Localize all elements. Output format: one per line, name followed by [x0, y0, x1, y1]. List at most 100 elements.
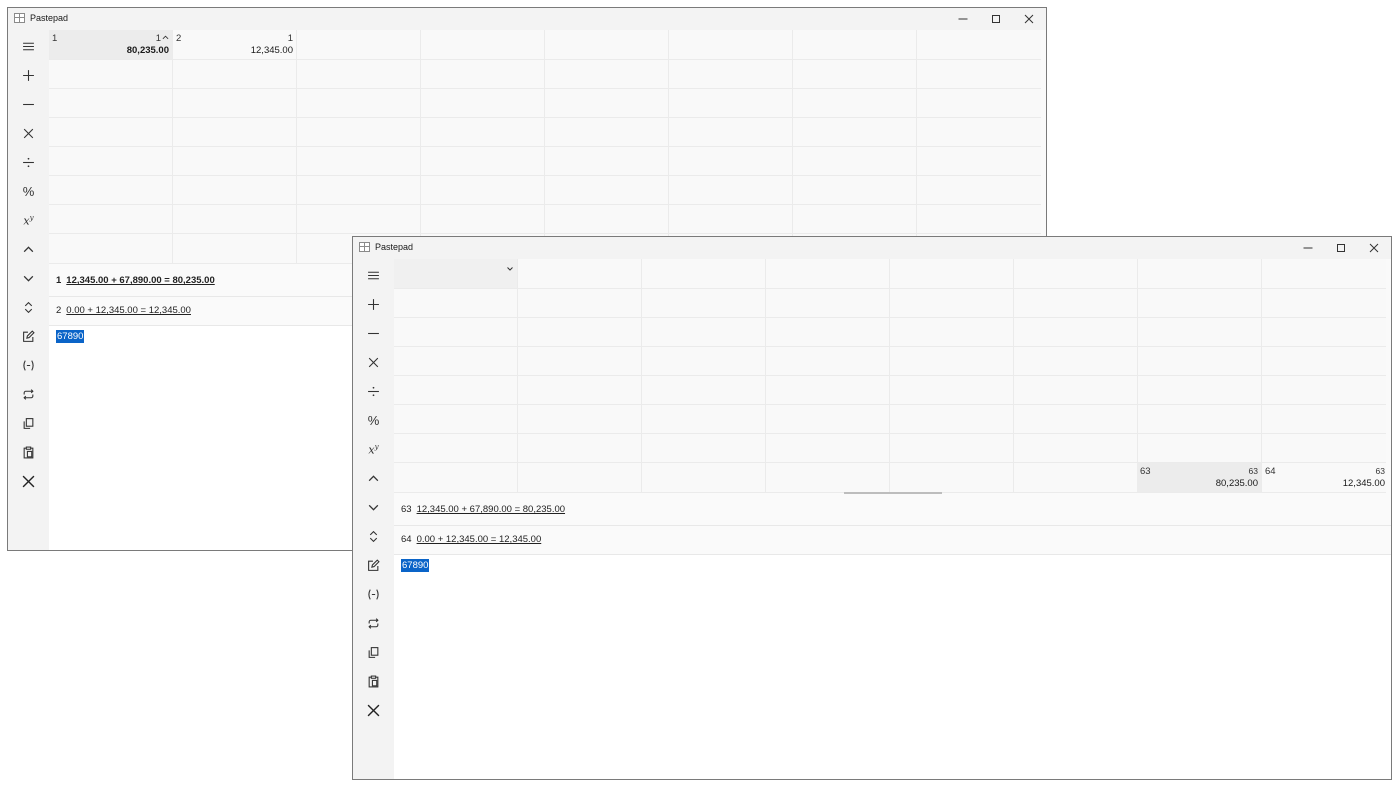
negate-icon [368, 589, 379, 600]
cell-value: 12,345.00 [250, 45, 293, 56]
clear-icon [22, 475, 35, 488]
sort-button[interactable] [8, 293, 49, 322]
app-icon [359, 242, 370, 252]
grid-cell[interactable]: 64 63 12,345.00 [1262, 463, 1388, 492]
clear-button[interactable] [353, 696, 394, 725]
history-number: 1 [56, 275, 62, 286]
maximize-button[interactable] [1324, 237, 1358, 259]
cell-grid: 63 63 80,235.00 64 63 12,345.00 [394, 259, 1386, 493]
power-button[interactable]: xy [353, 435, 394, 464]
history-item[interactable]: 63 12,345.00 + 67,890.00 = 80,235.00 [401, 504, 565, 515]
power-button[interactable]: xy [8, 206, 49, 235]
cell-value: 80,235.00 [126, 45, 169, 56]
sort-button[interactable] [353, 522, 394, 551]
percent-icon: % [22, 184, 35, 199]
multiply-button[interactable] [353, 348, 394, 377]
percent-icon: % [367, 413, 380, 428]
minus-icon [23, 103, 34, 106]
cell-index: 1 [52, 33, 58, 44]
horizontal-scrollbar[interactable] [844, 492, 942, 494]
dropdown-cell[interactable] [394, 259, 517, 288]
minimize-button[interactable] [1291, 237, 1325, 259]
history-expression[interactable]: 12,345.00 + 67,890.00 = 80,235.00 [417, 504, 565, 515]
close-icon [1024, 14, 1034, 24]
move-up-button[interactable] [8, 235, 49, 264]
divide-button[interactable] [353, 377, 394, 406]
negate-icon [23, 360, 34, 371]
grid-cell[interactable]: 1 1 80,235.00 [49, 30, 172, 59]
copy-button[interactable] [353, 638, 394, 667]
edit-icon [368, 559, 380, 571]
cell-grid: 1 1 80,235.00 2 1 12,345.00 [49, 30, 1041, 264]
add-button[interactable] [353, 290, 394, 319]
close-button[interactable] [1012, 8, 1046, 30]
history-item[interactable]: 2 0.00 + 12,345.00 = 12,345.00 [56, 305, 191, 316]
menu-icon [368, 271, 379, 280]
subtract-button[interactable] [353, 319, 394, 348]
minimize-button[interactable] [946, 8, 980, 30]
sort-icon [24, 301, 33, 314]
grid-cell[interactable]: 63 63 80,235.00 [1137, 463, 1261, 492]
copy-icon [368, 647, 379, 658]
history-expression[interactable]: 0.00 + 12,345.00 = 12,345.00 [417, 534, 542, 545]
paste-icon [23, 446, 34, 459]
history-item[interactable]: 64 0.00 + 12,345.00 = 12,345.00 [401, 534, 541, 545]
close-icon [1369, 243, 1379, 253]
edit-button[interactable] [353, 551, 394, 580]
input-field[interactable]: 67890 [401, 559, 430, 572]
input-area[interactable]: 67890 [394, 555, 1391, 779]
repeat-button[interactable] [8, 380, 49, 409]
chevron-up-icon [23, 246, 34, 253]
subtract-button[interactable] [8, 90, 49, 119]
move-up-button[interactable] [353, 464, 394, 493]
title-bar[interactable]: Pastepad [8, 8, 1046, 30]
negate-button[interactable] [8, 351, 49, 380]
title-bar[interactable]: Pastepad [353, 237, 1391, 259]
cell-ref: 63 [1375, 466, 1385, 476]
divide-icon [23, 157, 34, 168]
menu-button[interactable] [8, 32, 49, 61]
edit-button[interactable] [8, 322, 49, 351]
menu-icon [23, 42, 34, 51]
cell-index: 63 [1140, 466, 1151, 477]
cell-index: 64 [1265, 466, 1276, 477]
cell-ref: 63 [1248, 466, 1258, 476]
multiply-button[interactable] [8, 119, 49, 148]
grid-cell[interactable]: 2 1 12,345.00 [173, 30, 296, 59]
operation-toolbar: % xy [8, 30, 49, 550]
maximize-icon [992, 15, 1000, 23]
edit-icon [23, 330, 35, 342]
minimize-icon [1303, 247, 1313, 249]
move-down-button[interactable] [8, 264, 49, 293]
minimize-icon [958, 18, 968, 20]
menu-button[interactable] [353, 261, 394, 290]
paste-button[interactable] [353, 667, 394, 696]
repeat-button[interactable] [353, 609, 394, 638]
add-button[interactable] [8, 61, 49, 90]
multiply-icon [23, 128, 34, 139]
percent-button[interactable]: % [353, 406, 394, 435]
multiply-icon [368, 357, 379, 368]
negate-button[interactable] [353, 580, 394, 609]
clear-icon [367, 704, 380, 717]
sort-icon [369, 530, 378, 543]
chevron-down-icon[interactable] [506, 265, 514, 273]
repeat-icon [368, 618, 379, 629]
move-down-button[interactable] [353, 493, 394, 522]
divide-button[interactable] [8, 148, 49, 177]
chevron-up-icon [162, 35, 169, 40]
pastepad-window-front[interactable]: Pastepad % xy 63 63 80,235.00 64 63 12,3… [352, 236, 1392, 780]
history-expression[interactable]: 12,345.00 + 67,890.00 = 80,235.00 [66, 275, 214, 286]
input-field[interactable]: 67890 [56, 330, 85, 343]
copy-button[interactable] [8, 409, 49, 438]
close-button[interactable] [1357, 237, 1391, 259]
chevron-down-icon [23, 275, 34, 282]
percent-button[interactable]: % [8, 177, 49, 206]
clear-button[interactable] [8, 467, 49, 496]
history-expression[interactable]: 0.00 + 12,345.00 = 12,345.00 [66, 305, 191, 316]
maximize-button[interactable] [979, 8, 1013, 30]
chevron-up-icon [368, 475, 379, 482]
history-item[interactable]: 1 12,345.00 + 67,890.00 = 80,235.00 [56, 275, 215, 286]
window-title: Pastepad [375, 242, 414, 252]
paste-button[interactable] [8, 438, 49, 467]
